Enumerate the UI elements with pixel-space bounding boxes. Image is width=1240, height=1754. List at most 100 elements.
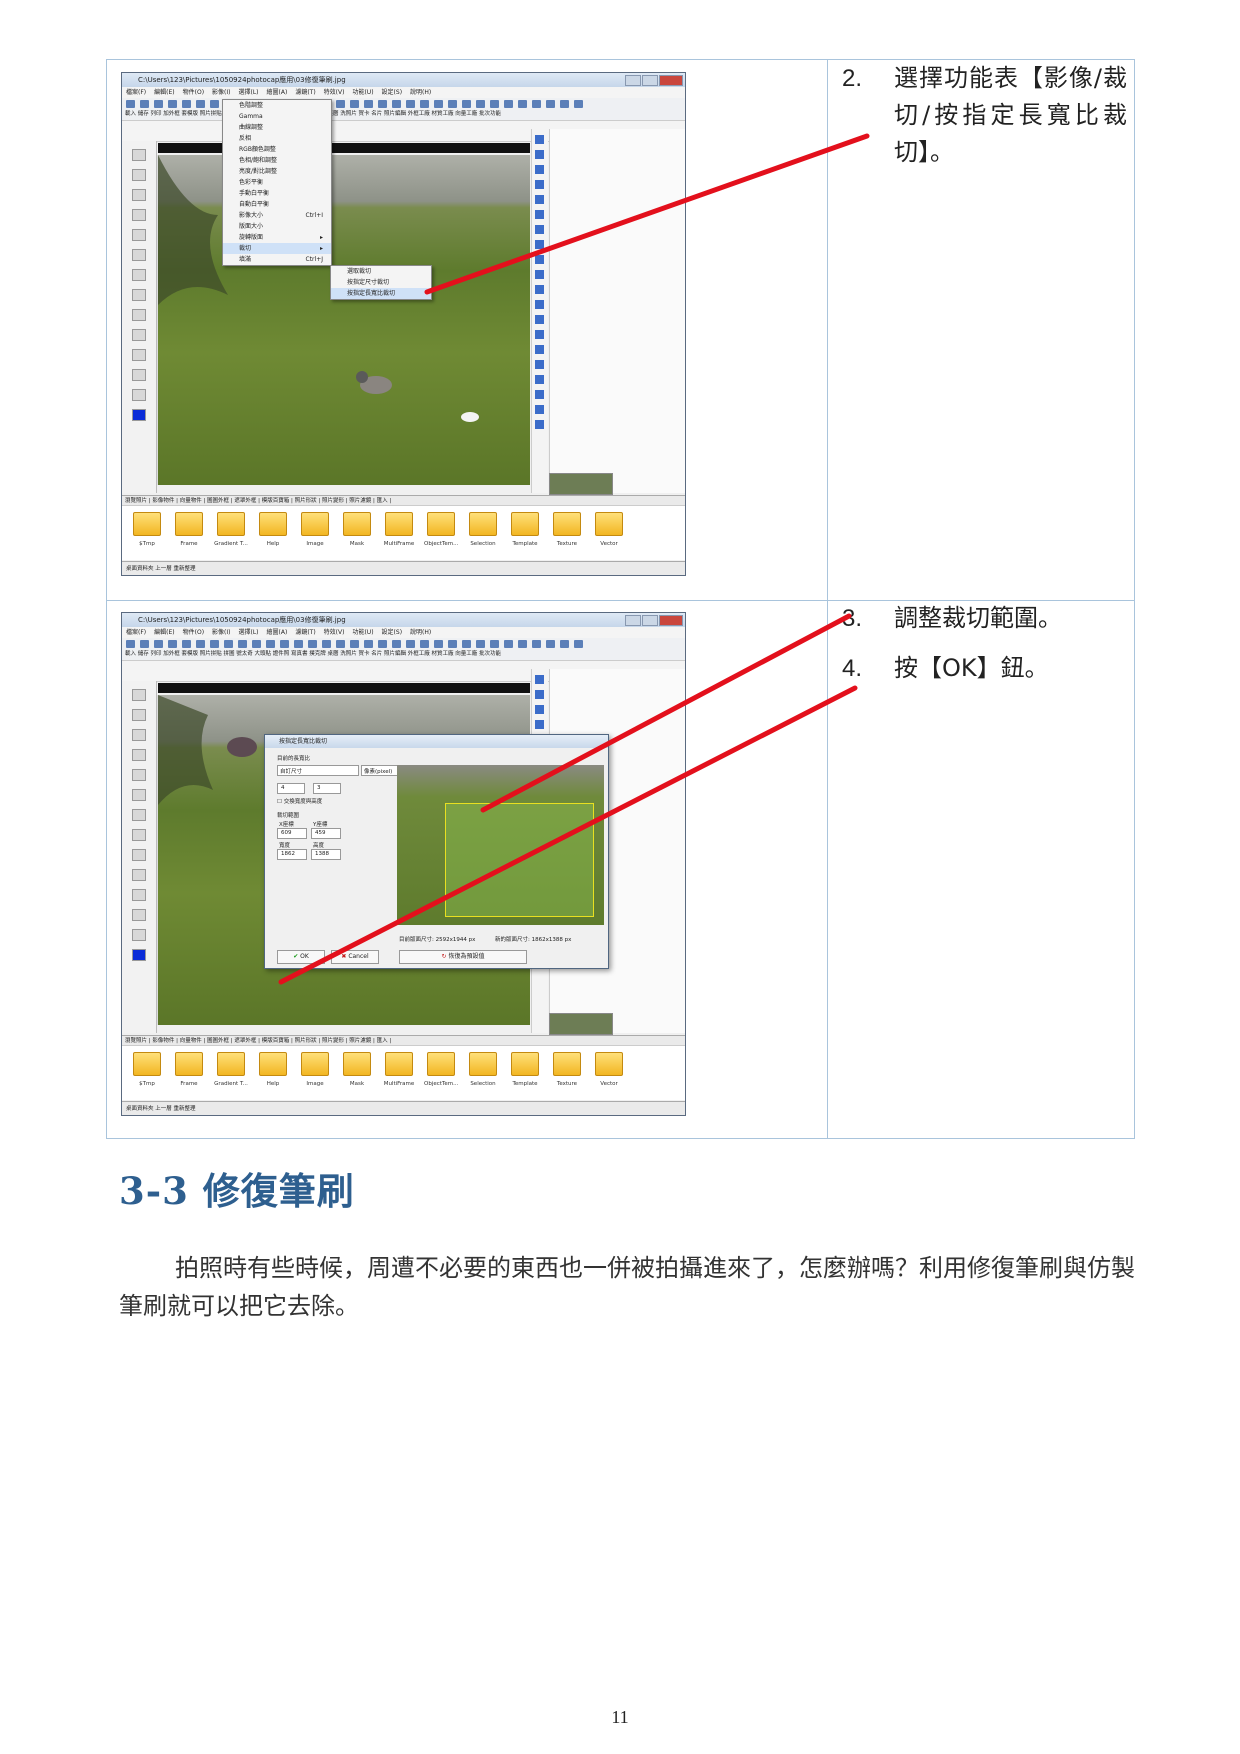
maximize-icon [642, 615, 658, 626]
x-icon: ✖ [341, 953, 347, 960]
folder-icon [217, 1052, 245, 1076]
folder-icon [343, 1052, 371, 1076]
step-text: 按【OK】鈕。 [894, 654, 1049, 682]
ok-button: ✔ OK [277, 950, 325, 964]
table-column-divider [827, 60, 828, 1138]
menu-item: 特效(V) [323, 629, 345, 636]
photo-content [158, 155, 479, 422]
folder-icon [511, 512, 539, 536]
main-toolbar: 載入 儲存 列印 加外框 套模版 照片拼貼 拼圖 號太奇 大頭貼 證件照 寫真書… [122, 98, 685, 121]
submenu-option-aspect-crop: 按指定長寬比裁切 [331, 288, 431, 299]
new-size-label: 新的版面尺寸: 1862x1388 px [495, 937, 572, 943]
step-number: 2. [842, 65, 863, 92]
folder-icon [259, 512, 287, 536]
menu-item: 編輯(E) [154, 629, 175, 636]
cancel-button: ✖ Cancel [331, 950, 379, 964]
minimize-icon [625, 75, 641, 86]
menu-option: 色階調整 [239, 102, 264, 109]
width-label: 寬度 [279, 843, 291, 849]
step-4: 4. 按【OK】鈕。 [842, 650, 1127, 687]
folder-item: Gradient T... [214, 512, 248, 547]
window-title: C:\Users\123\Pictures\1050924photocap應用\… [138, 76, 346, 84]
check-icon: ✔ [293, 953, 299, 960]
step-text: 調整裁切範圍。 [894, 604, 1062, 632]
folder-icon [427, 512, 455, 536]
folder-strip: $Tmp Frame Gradient T... Help Image Mask… [122, 505, 685, 560]
range-group-label: 裁切範圍 [277, 813, 300, 819]
menu-option: 反相 [239, 135, 252, 142]
folder-item: Texture [550, 1052, 584, 1087]
folder-item: MultiFrame [382, 512, 416, 547]
menu-item: 濾鏡(T) [295, 89, 316, 96]
menu-item: 設定(S) [381, 629, 403, 636]
folder-icon [301, 1052, 329, 1076]
folder-icon [259, 1052, 287, 1076]
x-field: 609 [277, 828, 307, 839]
folder-item: Texture [550, 512, 584, 547]
folder-icon [175, 512, 203, 536]
menu-option: Gamma [239, 113, 263, 120]
menu-item: 濾鏡(T) [295, 629, 316, 636]
folder-icon [595, 512, 623, 536]
menu-item: 功能(U) [352, 89, 374, 96]
folder-icon [301, 512, 329, 536]
horizontal-ruler [158, 143, 530, 153]
minimize-icon [625, 615, 641, 626]
step-number: 4. [842, 655, 863, 682]
folder-item: Vector [592, 1052, 626, 1087]
horizontal-ruler [158, 683, 530, 693]
photo-thumbnail [549, 1013, 613, 1035]
right-side-panel [549, 129, 685, 493]
folder-icon [511, 1052, 539, 1076]
folder-item: ObjectTem... [424, 512, 458, 547]
width-field: 1862 [277, 849, 307, 860]
y-label: Y座標 [313, 822, 328, 828]
y-field: 459 [311, 828, 341, 839]
folder-item: Help [256, 512, 290, 547]
folder-item: $Tmp [130, 1052, 164, 1087]
status-bar: 桌面資料夾 上一層 重新整理 [122, 561, 685, 575]
menu-item: 影像(I) [212, 89, 231, 96]
folder-item: Frame [172, 512, 206, 547]
folder-icon [595, 1052, 623, 1076]
folder-item: Vector [592, 512, 626, 547]
window-titlebar: C:\Users\123\Pictures\1050924photocap應用\… [122, 73, 685, 87]
swap-checkbox-label: ☐ 交換寬度與高度 [277, 799, 323, 805]
folder-icon [133, 512, 161, 536]
x-label: X座標 [279, 822, 294, 828]
status-bar: 桌面資料夾 上一層 重新整理 [122, 1101, 685, 1115]
menu-item: 檔案(F) [126, 629, 147, 636]
menu-option-crop: 裁切 ▸ [223, 243, 331, 254]
folder-icon [385, 1052, 413, 1076]
folder-item: Template [508, 512, 542, 547]
crop-selection-box [445, 803, 594, 917]
step-3: 3. 調整裁切範圍。 [842, 600, 1127, 637]
window-titlebar: C:\Users\123\Pictures\1050924photocap應用\… [122, 613, 685, 627]
step-2: 2. 選擇功能表【影像/裁切/按指定長寬比裁切】。 [842, 60, 1127, 171]
folder-icon [133, 1052, 161, 1076]
folder-item: Help [256, 1052, 290, 1087]
crop-dialog: 按指定長寬比裁切 目前的長寬比 自訂尺寸 像素(pixel) 4 3 ☐ 交換寬… [264, 734, 609, 969]
folder-icon [217, 512, 245, 536]
menu-option: 影像大小 Ctrl+I [239, 212, 323, 219]
height-label: 高度 [313, 843, 325, 849]
folder-item: $Tmp [130, 512, 164, 547]
left-tool-panel [122, 141, 157, 493]
folder-item: Image [298, 512, 332, 547]
folder-item: Selection [466, 512, 500, 547]
submenu-option: 按指定尺寸裁切 [347, 279, 390, 286]
close-icon [659, 615, 683, 626]
menu-bar: 檔案(F) 編輯(E) 物件(O) 影像(I) 選擇(L) 繪圖(A) 濾鏡(T) 特效(V)… [122, 627, 685, 638]
folder-item: Gradient T... [214, 1052, 248, 1087]
step-text: 選擇功能表【影像/裁切/按指定長寬比裁切】。 [894, 64, 1127, 166]
menu-option: 版面大小 [239, 223, 264, 230]
menu-item: 繪圖(A) [266, 629, 288, 636]
menu-item: 選擇(L) [238, 629, 259, 636]
folder-icon [385, 512, 413, 536]
instruction-table: C:\Users\123\Pictures\1050924photocap應用\… [106, 59, 1135, 1139]
body-paragraph: 拍照時有些時候，周遭不必要的東西也一併被拍攝進來了，怎麼辦嗎？利用修復筆刷與仿製… [119, 1254, 1135, 1320]
menu-option: 亮度/對比調整 [239, 168, 278, 175]
menu-option: 填滿 Ctrl+J [239, 256, 323, 263]
menu-option: 手動白平衡 [239, 190, 270, 197]
menu-item: 功能(U) [352, 629, 374, 636]
